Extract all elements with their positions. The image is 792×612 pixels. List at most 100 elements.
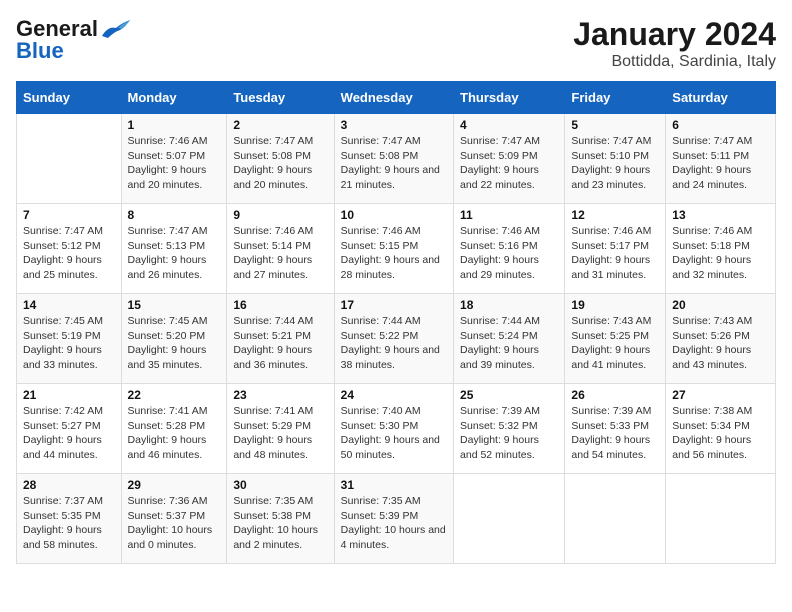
calendar-cell <box>666 474 776 564</box>
day-info: Sunrise: 7:43 AMSunset: 5:26 PMDaylight:… <box>672 314 769 373</box>
day-info: Sunrise: 7:46 AMSunset: 5:16 PMDaylight:… <box>460 224 558 283</box>
day-number: 7 <box>23 208 115 222</box>
calendar-cell: 14Sunrise: 7:45 AMSunset: 5:19 PMDayligh… <box>17 294 122 384</box>
calendar-cell: 12Sunrise: 7:46 AMSunset: 5:17 PMDayligh… <box>565 204 666 294</box>
header-day-tuesday: Tuesday <box>227 82 334 114</box>
month-title: January 2024 <box>573 16 776 53</box>
day-info: Sunrise: 7:43 AMSunset: 5:25 PMDaylight:… <box>571 314 659 373</box>
day-info: Sunrise: 7:47 AMSunset: 5:08 PMDaylight:… <box>341 134 447 193</box>
day-info: Sunrise: 7:41 AMSunset: 5:28 PMDaylight:… <box>128 404 221 463</box>
day-number: 23 <box>233 388 327 402</box>
calendar-cell: 4 Sunrise: 7:47 AMSunset: 5:09 PMDaylight… <box>454 114 565 204</box>
calendar-cell <box>565 474 666 564</box>
day-info: Sunrise: 7:37 AMSunset: 5:35 PMDaylight:… <box>23 494 115 553</box>
calendar-cell: 13 Sunrise: 7:46 AMSunset: 5:18 PMDayligh… <box>666 204 776 294</box>
calendar-cell: 19 Sunrise: 7:43 AMSunset: 5:25 PMDayligh… <box>565 294 666 384</box>
calendar-cell: 15 Sunrise: 7:45 AMSunset: 5:20 PMDayligh… <box>121 294 227 384</box>
day-info: Sunrise: 7:44 AMSunset: 5:24 PMDaylight:… <box>460 314 558 373</box>
day-number: 19 <box>571 298 659 312</box>
day-info: Sunrise: 7:47 AMSunset: 5:13 PMDaylight:… <box>128 224 221 283</box>
calendar-cell: 10 Sunrise: 7:46 AMSunset: 5:15 PMDayligh… <box>334 204 453 294</box>
day-info: Sunrise: 7:47 AMSunset: 5:10 PMDaylight:… <box>571 134 659 193</box>
day-info: Sunrise: 7:42 AMSunset: 5:27 PMDaylight:… <box>23 404 115 463</box>
day-number: 20 <box>672 298 769 312</box>
day-number: 28 <box>23 478 115 492</box>
day-info: Sunrise: 7:46 AMSunset: 5:15 PMDaylight:… <box>341 224 447 283</box>
day-number: 22 <box>128 388 221 402</box>
calendar-cell <box>17 114 122 204</box>
day-info: Sunrise: 7:46 AMSunset: 5:17 PMDaylight:… <box>571 224 659 283</box>
day-info: Sunrise: 7:46 AMSunset: 5:14 PMDaylight:… <box>233 224 327 283</box>
day-number: 25 <box>460 388 558 402</box>
calendar-cell: 21 Sunrise: 7:42 AMSunset: 5:27 PMDayligh… <box>17 384 122 474</box>
header-day-friday: Friday <box>565 82 666 114</box>
day-info: Sunrise: 7:44 AMSunset: 5:21 PMDaylight:… <box>233 314 327 373</box>
calendar-week-row: 28 Sunrise: 7:37 AMSunset: 5:35 PMDayligh… <box>17 474 776 564</box>
calendar-week-row: 21 Sunrise: 7:42 AMSunset: 5:27 PMDayligh… <box>17 384 776 474</box>
page-header: General Blue January 2024 Bottidda, Sard… <box>16 16 776 71</box>
day-info: Sunrise: 7:39 AMSunset: 5:32 PMDaylight:… <box>460 404 558 463</box>
calendar-cell: 26Sunrise: 7:39 AMSunset: 5:33 PMDayligh… <box>565 384 666 474</box>
day-number: 1 <box>128 118 221 132</box>
calendar-cell: 16 Sunrise: 7:44 AMSunset: 5:21 PMDayligh… <box>227 294 334 384</box>
calendar-cell: 20 Sunrise: 7:43 AMSunset: 5:26 PMDayligh… <box>666 294 776 384</box>
calendar-cell: 25 Sunrise: 7:39 AMSunset: 5:32 PMDayligh… <box>454 384 565 474</box>
day-number: 4 <box>460 118 558 132</box>
day-number: 16 <box>233 298 327 312</box>
day-info: Sunrise: 7:39 AMSunset: 5:33 PMDaylight:… <box>571 404 659 463</box>
day-info: Sunrise: 7:47 AMSunset: 5:09 PMDaylight:… <box>460 134 558 193</box>
day-number: 3 <box>341 118 447 132</box>
header-day-wednesday: Wednesday <box>334 82 453 114</box>
day-info: Sunrise: 7:38 AMSunset: 5:34 PMDaylight:… <box>672 404 769 463</box>
day-number: 10 <box>341 208 447 222</box>
day-info: Sunrise: 7:35 AMSunset: 5:38 PMDaylight:… <box>233 494 327 553</box>
calendar-table: SundayMondayTuesdayWednesdayThursdayFrid… <box>16 81 776 564</box>
header-day-sunday: Sunday <box>17 82 122 114</box>
calendar-cell: 11 Sunrise: 7:46 AMSunset: 5:16 PMDayligh… <box>454 204 565 294</box>
day-info: Sunrise: 7:46 AMSunset: 5:18 PMDaylight:… <box>672 224 769 283</box>
day-info: Sunrise: 7:46 AMSunset: 5:07 PMDaylight:… <box>128 134 221 193</box>
day-info: Sunrise: 7:45 AMSunset: 5:20 PMDaylight:… <box>128 314 221 373</box>
logo: General Blue <box>16 16 132 64</box>
day-number: 21 <box>23 388 115 402</box>
calendar-cell: 6 Sunrise: 7:47 AMSunset: 5:11 PMDaylight… <box>666 114 776 204</box>
calendar-cell: 28 Sunrise: 7:37 AMSunset: 5:35 PMDayligh… <box>17 474 122 564</box>
day-number: 2 <box>233 118 327 132</box>
location-title: Bottidda, Sardinia, Italy <box>573 53 776 71</box>
calendar-cell: 29Sunrise: 7:36 AMSunset: 5:37 PMDayligh… <box>121 474 227 564</box>
calendar-cell: 30 Sunrise: 7:35 AMSunset: 5:38 PMDayligh… <box>227 474 334 564</box>
calendar-week-row: 1 Sunrise: 7:46 AMSunset: 5:07 PMDaylight… <box>17 114 776 204</box>
calendar-cell: 27 Sunrise: 7:38 AMSunset: 5:34 PMDayligh… <box>666 384 776 474</box>
calendar-cell: 1 Sunrise: 7:46 AMSunset: 5:07 PMDaylight… <box>121 114 227 204</box>
calendar-cell <box>454 474 565 564</box>
day-number: 13 <box>672 208 769 222</box>
day-number: 6 <box>672 118 769 132</box>
calendar-cell: 5Sunrise: 7:47 AMSunset: 5:10 PMDaylight… <box>565 114 666 204</box>
day-info: Sunrise: 7:41 AMSunset: 5:29 PMDaylight:… <box>233 404 327 463</box>
day-info: Sunrise: 7:40 AMSunset: 5:30 PMDaylight:… <box>341 404 447 463</box>
day-number: 15 <box>128 298 221 312</box>
calendar-header-row: SundayMondayTuesdayWednesdayThursdayFrid… <box>17 82 776 114</box>
calendar-cell: 7Sunrise: 7:47 AMSunset: 5:12 PMDaylight… <box>17 204 122 294</box>
day-number: 27 <box>672 388 769 402</box>
calendar-cell: 9 Sunrise: 7:46 AMSunset: 5:14 PMDaylight… <box>227 204 334 294</box>
day-number: 18 <box>460 298 558 312</box>
calendar-week-row: 7Sunrise: 7:47 AMSunset: 5:12 PMDaylight… <box>17 204 776 294</box>
title-area: January 2024 Bottidda, Sardinia, Italy <box>573 16 776 71</box>
day-info: Sunrise: 7:45 AMSunset: 5:19 PMDaylight:… <box>23 314 115 373</box>
header-day-thursday: Thursday <box>454 82 565 114</box>
day-number: 24 <box>341 388 447 402</box>
day-number: 11 <box>460 208 558 222</box>
calendar-cell: 3 Sunrise: 7:47 AMSunset: 5:08 PMDaylight… <box>334 114 453 204</box>
day-number: 29 <box>128 478 221 492</box>
calendar-cell: 24 Sunrise: 7:40 AMSunset: 5:30 PMDayligh… <box>334 384 453 474</box>
day-number: 9 <box>233 208 327 222</box>
day-number: 30 <box>233 478 327 492</box>
calendar-cell: 22 Sunrise: 7:41 AMSunset: 5:28 PMDayligh… <box>121 384 227 474</box>
day-info: Sunrise: 7:44 AMSunset: 5:22 PMDaylight:… <box>341 314 447 373</box>
calendar-cell: 17Sunrise: 7:44 AMSunset: 5:22 PMDayligh… <box>334 294 453 384</box>
day-info: Sunrise: 7:47 AMSunset: 5:11 PMDaylight:… <box>672 134 769 193</box>
header-day-monday: Monday <box>121 82 227 114</box>
calendar-cell: 2Sunrise: 7:47 AMSunset: 5:08 PMDaylight… <box>227 114 334 204</box>
logo-bird-icon <box>100 18 132 40</box>
